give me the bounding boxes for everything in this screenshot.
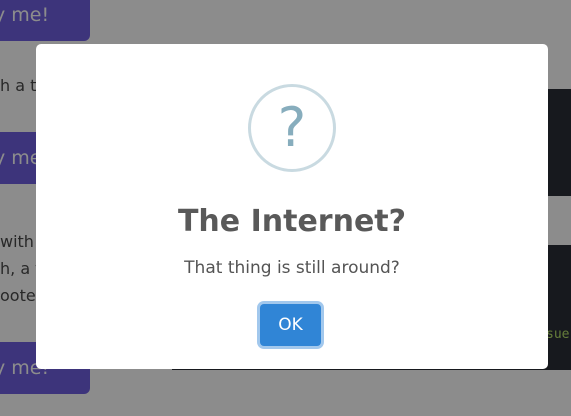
question-icon: ?: [248, 84, 336, 172]
modal-title: The Internet?: [177, 204, 407, 239]
ok-button[interactable]: OK: [260, 304, 321, 346]
alert-modal: ? The Internet? That thing is still arou…: [36, 44, 548, 369]
modal-text: That thing is still around?: [184, 258, 400, 278]
